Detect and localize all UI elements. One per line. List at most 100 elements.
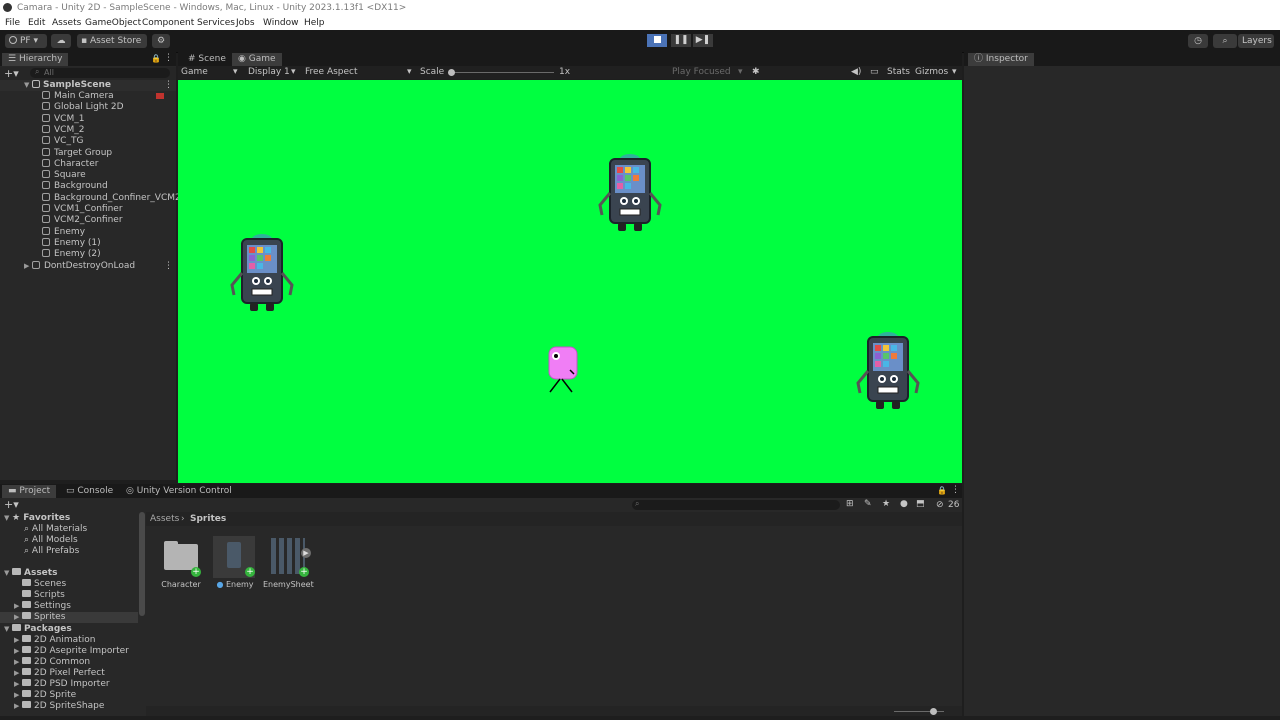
asset-character[interactable]: + [162, 538, 202, 578]
expand-play-icon[interactable]: ▶ [301, 548, 311, 558]
scale-slider-handle[interactable] [448, 69, 455, 76]
tab-console[interactable]: ▭ Console [60, 485, 119, 498]
favorite-item[interactable]: ⌕ All Prefabs [24, 546, 79, 557]
menu-file[interactable]: File [5, 18, 20, 28]
scene-menu-icon[interactable]: ⋮ [164, 80, 173, 91]
cloud-button[interactable]: ☁ [51, 34, 71, 48]
breadcrumb-sprites[interactable]: Sprites [190, 514, 226, 524]
game-view[interactable] [178, 80, 962, 483]
dontdestroy-menu-icon[interactable]: ⋮ [164, 261, 173, 272]
hierarchy-item[interactable]: VCM2_Confiner [0, 215, 176, 226]
asset-folder[interactable]: Scripts [22, 590, 65, 601]
pause-button[interactable]: ❚❚ [671, 34, 691, 47]
hierarchy-item[interactable]: Character [0, 158, 176, 170]
favorite-item[interactable]: ⌕ All Materials [24, 524, 87, 535]
hierarchy-search-input[interactable]: ⌕ All [30, 67, 170, 78]
hierarchy-item[interactable]: VC_TG [0, 136, 176, 147]
layers-dropdown[interactable]: Layers [1238, 34, 1274, 48]
lock-icon[interactable]: 🔒 [151, 54, 161, 63]
project-search-input[interactable]: ⌕ [632, 499, 840, 510]
hierarchy-item[interactable]: Main Camera [0, 91, 176, 102]
hierarchy-item[interactable]: VCM_1 [0, 113, 176, 125]
asset-folder[interactable]: ▶ Settings [14, 601, 71, 612]
packages-header[interactable]: ▼ Packages [4, 624, 72, 635]
package-item[interactable]: ▶ 2D Pixel Perfect [14, 668, 105, 679]
tab-project[interactable]: ▬ Project [2, 485, 57, 498]
thumbnail-size-slider[interactable] [894, 708, 944, 715]
hierarchy-item[interactable]: Enemy [0, 226, 176, 238]
hierarchy-item[interactable]: Target Group [0, 147, 176, 159]
add-asset-icon[interactable]: +▾ [4, 498, 19, 511]
tab-version-control[interactable]: ◎ Unity Version Control [120, 485, 238, 498]
step-button[interactable]: ▶❚ [693, 34, 713, 47]
search-button[interactable]: ⌕ [1213, 34, 1237, 48]
hierarchy-item[interactable]: Background [0, 181, 176, 192]
hierarchy-item[interactable]: VCM1_Confiner [0, 204, 176, 215]
hierarchy-item[interactable]: Enemy (1) [0, 237, 176, 249]
dontdestroy-row[interactable]: ▶ DontDestroyOnLoad ⋮ [0, 261, 176, 272]
tab-scene[interactable]: # Scene [182, 53, 232, 66]
account-button[interactable]: PF ▾ [5, 34, 47, 48]
display-dropdown[interactable]: Display 1 [248, 67, 290, 77]
hierarchy-item[interactable]: Background_Confiner_VCM2 [0, 192, 181, 204]
asset-folder[interactable]: Scenes [22, 579, 66, 590]
settings-button[interactable]: ⚙ [152, 34, 170, 48]
tab-game[interactable]: ◉ Game [232, 53, 282, 66]
tab-inspector[interactable]: ⓘ Inspector [968, 53, 1034, 66]
plus-icon[interactable]: +▾ [4, 67, 19, 80]
stats-button[interactable]: Stats [887, 67, 910, 77]
play-mode-dropdown[interactable]: Play Focused [672, 67, 731, 77]
scene-row[interactable]: ▼ SampleScene ⋮ [0, 80, 176, 91]
speaker-icon[interactable]: ◀) [851, 67, 861, 77]
lock-icon[interactable]: 🔒 [937, 486, 947, 495]
menu-assets[interactable]: Assets [52, 18, 81, 28]
filter-type-icon[interactable]: ⊞ [846, 499, 854, 509]
hierarchy-item[interactable]: Square [0, 170, 176, 181]
play-button[interactable] [647, 34, 667, 47]
collapse-arrow-icon: ▶ [14, 636, 20, 644]
menu-component[interactable]: Component [142, 18, 194, 28]
hierarchy-item[interactable]: Enemy (2) [0, 249, 176, 260]
game-mode-dropdown[interactable]: Game [181, 67, 208, 77]
menu-edit[interactable]: Edit [28, 18, 45, 28]
menu-gameobject[interactable]: GameObject [85, 18, 141, 28]
package-item[interactable]: ▶ 2D Sprite [14, 690, 76, 701]
filter-label-icon[interactable]: ✎ [864, 499, 872, 509]
menu-window[interactable]: Window [263, 18, 299, 28]
menu-icon[interactable]: ⋮ [951, 485, 960, 495]
thumbnail-size-handle[interactable] [930, 708, 937, 715]
hierarchy-item[interactable]: Global Light 2D [0, 102, 176, 113]
assets-header[interactable]: ▼ Assets [4, 568, 57, 579]
display-icon[interactable]: ▭ [870, 67, 879, 77]
asset-folder-selected[interactable]: ▶ Sprites [0, 612, 138, 623]
menu-jobs[interactable]: Jobs [236, 18, 255, 28]
tab-hierarchy[interactable]: ☰ Hierarchy [2, 53, 69, 66]
menu-icon[interactable]: ⋮ [164, 53, 173, 63]
menu-services[interactable]: Services [197, 18, 235, 28]
aspect-dropdown[interactable]: Free Aspect [305, 67, 358, 77]
history-button[interactable]: ◷ [1188, 34, 1208, 48]
package-item[interactable]: ▶ 2D Aseprite Importer [14, 646, 129, 657]
package-item[interactable]: ▶ 2D Animation [14, 635, 95, 646]
asset-enemysheet[interactable]: ▶ + [269, 536, 311, 578]
package-item[interactable]: ▶ 2D PSD Importer [14, 679, 110, 690]
favorites-header[interactable]: ▼ ★ Favorites [4, 513, 70, 524]
package-item[interactable]: ▶ 2D Common [14, 657, 90, 668]
menu-help[interactable]: Help [304, 18, 325, 28]
gizmos-button[interactable]: Gizmos [915, 67, 948, 77]
tree-scrollbar[interactable] [139, 512, 145, 616]
favorite-item[interactable]: ⌕ All Models [24, 535, 78, 546]
breadcrumb-assets[interactable]: Assets [150, 514, 179, 524]
scale-slider[interactable] [448, 69, 554, 76]
package-item[interactable]: ▶ 2D SpriteShape [14, 701, 104, 712]
view-tabbar: # Scene ◉ Game [178, 52, 962, 66]
star-icon[interactable]: ★ [882, 499, 890, 509]
hierarchy-item[interactable]: VCM_2 [0, 124, 176, 136]
asset-enemy[interactable]: + [213, 536, 255, 578]
help-icon[interactable]: ● [900, 499, 908, 509]
bug-icon[interactable]: ✱ [752, 67, 760, 77]
asset-store-button[interactable]: ▪ Asset Store ▾ [77, 34, 147, 60]
package-icon[interactable]: ⬒ [916, 499, 925, 509]
hidden-packages-icon[interactable]: ⊘ [936, 500, 944, 510]
folder-icon [12, 568, 21, 575]
